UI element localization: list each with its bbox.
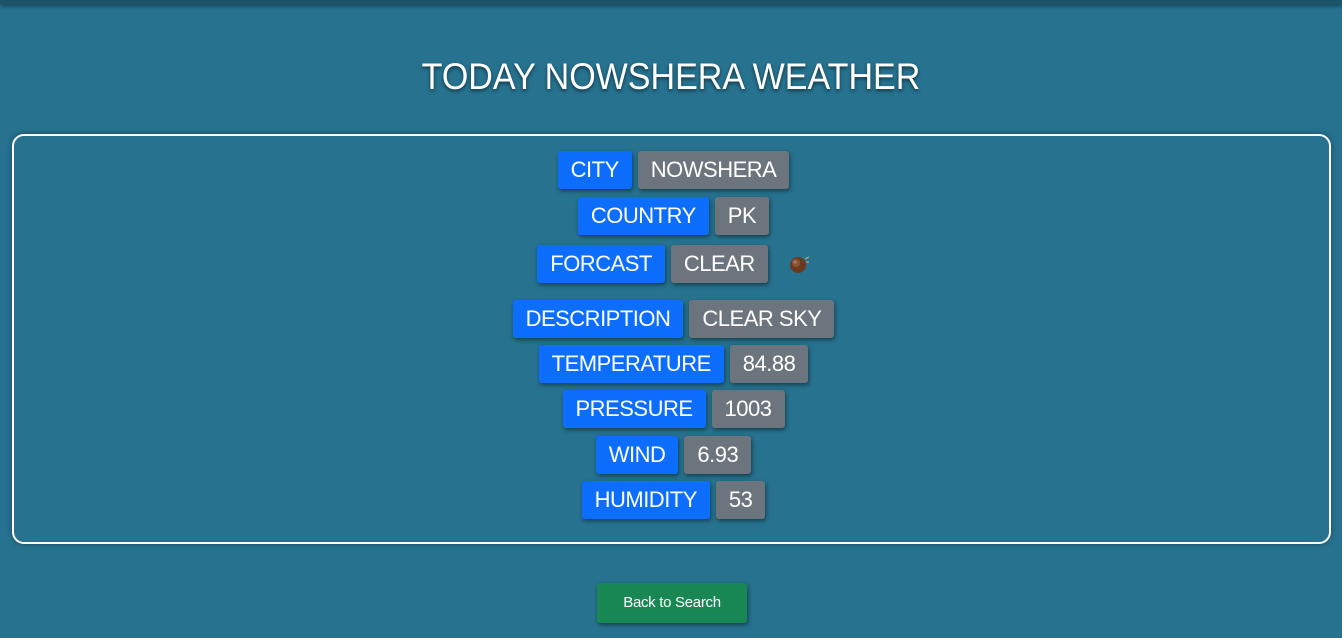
humidity-value: 53 [715, 481, 766, 519]
country-row: COUNTRY PK [14, 197, 1333, 235]
city-value: NOWSHERA [637, 151, 790, 189]
city-label: CITY [557, 151, 632, 189]
temperature-value: 84.88 [729, 345, 809, 383]
temperature-row: TEMPERATURE 84.88 [14, 345, 1333, 383]
pressure-row: PRESSURE 1003 [14, 390, 1333, 428]
temperature-label: TEMPERATURE [538, 345, 724, 383]
wind-label: WIND [595, 436, 679, 474]
pressure-value: 1003 [711, 390, 785, 428]
wind-value: 6.93 [684, 436, 752, 474]
page-title: TODAY NOWSHERA WEATHER [421, 56, 921, 97]
back-to-search-button[interactable]: Back to Search [597, 583, 747, 623]
humidity-label: HUMIDITY [581, 481, 710, 519]
country-label: COUNTRY [577, 197, 709, 235]
forecast-label: FORCAST [537, 245, 665, 283]
wind-row: WIND 6.93 [14, 436, 1333, 474]
city-row: CITY NOWSHERA [14, 151, 1333, 189]
weather-card: CITY NOWSHERA COUNTRY PK FORCAST CLEAR D… [12, 134, 1331, 544]
description-value: CLEAR SKY [689, 300, 835, 338]
forecast-value: CLEAR [670, 245, 768, 283]
top-bar [0, 0, 1342, 4]
pressure-label: PRESSURE [562, 390, 706, 428]
humidity-row: HUMIDITY 53 [14, 481, 1333, 519]
description-row: DESCRIPTION CLEAR SKY [14, 300, 1333, 338]
forecast-row: FORCAST CLEAR [14, 245, 1333, 283]
country-value: PK [714, 197, 770, 235]
weather-clear-icon [788, 253, 810, 275]
description-label: DESCRIPTION [512, 300, 684, 338]
